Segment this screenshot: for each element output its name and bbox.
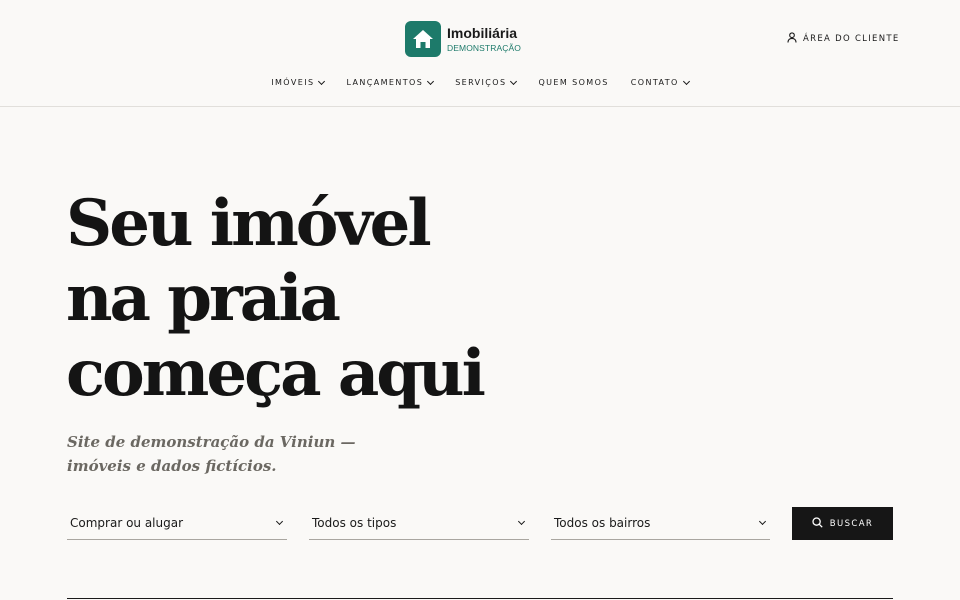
nav-item-contato[interactable]: CONTATO: [630, 77, 690, 87]
search-button-label: BUSCAR: [829, 518, 874, 529]
brand-subtitle: DEMONSTRAÇÃO: [447, 42, 521, 53]
nav-item-label: IMÓVEIS: [271, 78, 315, 87]
chevron-down-icon: [318, 77, 326, 85]
hero-title-line: na praia: [66, 261, 341, 336]
brand-name: Imobiliária: [447, 24, 518, 41]
chevron-down-icon: [758, 517, 767, 526]
site-header: Imobiliária DEMONSTRAÇÃO ÁREA DO CLIENTE…: [0, 0, 960, 107]
type-select[interactable]: Todos os tipos: [309, 507, 529, 540]
chevron-down-icon: [517, 517, 526, 526]
main-nav: IMÓVEIS LANÇAMENTOS SERVIÇOS QUEM SOMOS …: [0, 77, 960, 87]
hero-title-line: começa aqui: [66, 336, 486, 411]
nav-item-label: SERVIÇOS: [455, 78, 507, 87]
chevron-down-icon: [427, 77, 435, 85]
purpose-select-value: Comprar ou alugar: [70, 516, 184, 530]
search-icon: [812, 516, 823, 531]
nav-item-label: CONTATO: [630, 78, 679, 87]
hero-subtitle: Site de demonstração da Viniun — imóveis…: [67, 433, 356, 475]
type-select-value: Todos os tipos: [312, 516, 397, 530]
brand-logo[interactable]: Imobiliária DEMONSTRAÇÃO: [405, 21, 521, 57]
client-area-link[interactable]: ÁREA DO CLIENTE: [787, 32, 900, 46]
user-icon: [787, 32, 797, 46]
nav-item-label: QUEM SOMOS: [538, 78, 609, 87]
purpose-select[interactable]: Comprar ou alugar: [67, 507, 287, 540]
nav-item-imoveis[interactable]: IMÓVEIS: [271, 77, 326, 87]
chevron-down-icon: [510, 77, 518, 85]
search-button[interactable]: BUSCAR: [792, 507, 893, 540]
neighborhood-select[interactable]: Todos os bairros: [551, 507, 770, 540]
chevron-down-icon: [682, 77, 690, 85]
client-area-label: ÁREA DO CLIENTE: [803, 34, 900, 44]
nav-item-quem-somos[interactable]: QUEM SOMOS: [538, 78, 608, 87]
nav-item-lancamentos[interactable]: LANÇAMENTOS: [346, 77, 435, 87]
nav-item-label: LANÇAMENTOS: [346, 78, 424, 87]
chevron-down-icon: [275, 517, 284, 526]
neighborhood-select-value: Todos os bairros: [554, 516, 651, 530]
property-search-bar: Comprar ou alugar Todos os tipos Todos o…: [67, 507, 893, 540]
hero-title-line: Seu imóvel: [66, 186, 432, 261]
section-divider: [67, 598, 893, 599]
house-icon: [405, 21, 441, 57]
hero-title: Seu imóvel na praia começa aqui: [66, 186, 486, 411]
nav-item-servicos[interactable]: SERVIÇOS: [455, 77, 518, 87]
